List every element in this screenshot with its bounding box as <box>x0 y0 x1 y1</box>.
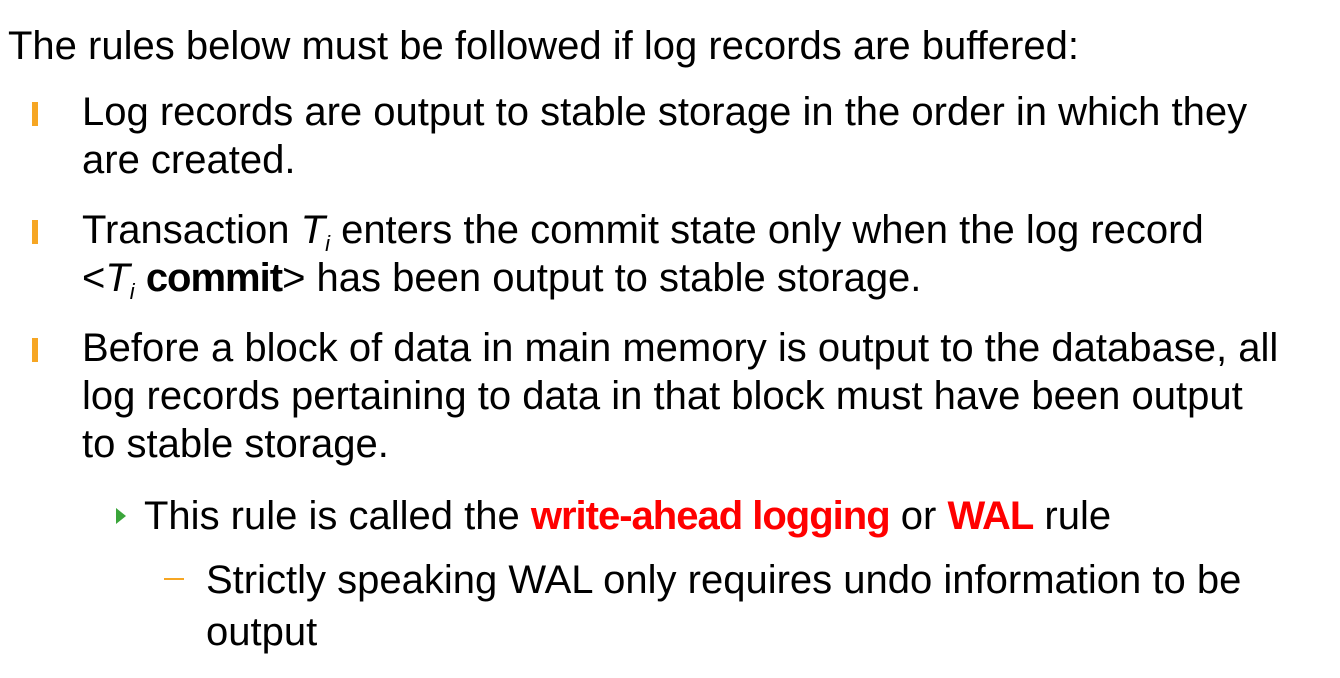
bullet-line: are created. <box>82 138 296 182</box>
text-fragment: Transaction <box>82 208 301 252</box>
angle-open: < <box>82 256 106 300</box>
angle-close: > <box>282 256 306 300</box>
sub-bullet-item: This rule is called the write-ahead logg… <box>0 490 1340 542</box>
subsub-line: Strictly speaking WAL only requires undo… <box>206 558 1242 602</box>
slide: The rules below must be followed if log … <box>0 0 1340 678</box>
text-fragment: This rule is called the <box>144 494 531 538</box>
bullet-line: Transaction Ti enters the commit state o… <box>82 206 1332 255</box>
bullet-item-3: Before a block of data in main memory is… <box>0 324 1340 474</box>
bullet-marker <box>32 220 38 244</box>
triangle-bullet-icon <box>116 508 126 524</box>
text-fragment <box>135 256 146 300</box>
transaction-subscript: i <box>129 279 135 304</box>
transaction-symbol: T <box>105 256 130 300</box>
bullet-line: <Ti commit> has been output to stable st… <box>82 254 1332 304</box>
bullet-line: Log records are output to stable storage… <box>82 90 1248 134</box>
commit-keyword: commit <box>145 256 283 300</box>
subsub-bullet-text: Strictly speaking WAL only requires undo… <box>206 554 1326 658</box>
subsub-line: output <box>206 610 318 654</box>
highlight-term: WAL <box>947 494 1034 538</box>
text-fragment: rule <box>1033 494 1112 538</box>
bullet-text: Transaction Ti enters the commit state o… <box>82 206 1332 304</box>
bullet-line: Before a block of data in main memory is… <box>82 326 1279 370</box>
text-fragment: or <box>889 494 948 538</box>
text-fragment: has been output to stable storage. <box>305 256 922 300</box>
bullet-line: to stable storage. <box>82 422 389 466</box>
bullet-text: Before a block of data in main memory is… <box>82 324 1332 468</box>
subsub-bullet-item: Strictly speaking WAL only requires undo… <box>0 554 1340 658</box>
bullet-line: log records pertaining to data in that b… <box>82 374 1243 418</box>
dash-bullet-icon <box>164 578 184 580</box>
intro-text: The rules below must be followed if log … <box>8 24 1079 68</box>
bullet-item-2: Transaction Ti enters the commit state o… <box>0 206 1340 306</box>
sub-bullet-text: This rule is called the write-ahead logg… <box>144 490 1111 542</box>
transaction-symbol: T <box>300 208 326 252</box>
highlight-term: write-ahead logging <box>530 494 891 538</box>
text-fragment: enters the commit state only when the lo… <box>329 208 1204 252</box>
bullet-item-1: Log records are output to stable storage… <box>0 88 1340 188</box>
bullet-text: Log records are output to stable storage… <box>82 88 1332 184</box>
bullet-marker <box>32 338 38 362</box>
bullet-marker <box>32 102 38 126</box>
